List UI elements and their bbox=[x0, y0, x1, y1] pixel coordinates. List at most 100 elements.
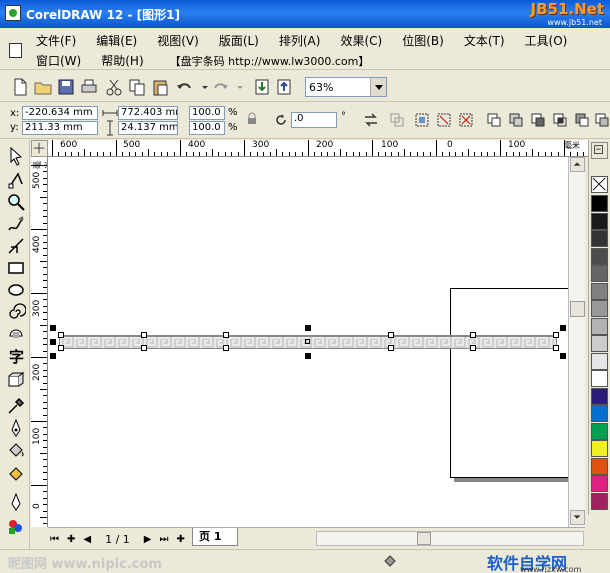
color-swatch[interactable] bbox=[591, 265, 608, 282]
horizontal-scroll-thumb[interactable] bbox=[417, 532, 431, 545]
node-handle[interactable] bbox=[470, 345, 476, 351]
selection-handle[interactable] bbox=[305, 353, 311, 359]
text-tool-icon[interactable]: 字 bbox=[6, 346, 26, 366]
ungroup-all-icon[interactable] bbox=[458, 112, 474, 128]
node-handle[interactable] bbox=[553, 345, 559, 351]
menu-help[interactable]: 帮助(H) bbox=[101, 51, 151, 69]
group-icon[interactable] bbox=[414, 112, 430, 128]
lock-ratio-icon[interactable] bbox=[244, 111, 260, 127]
selection-handle[interactable] bbox=[560, 325, 566, 331]
menu-window[interactable]: 窗口(W) bbox=[36, 51, 89, 69]
scroll-down-button[interactable] bbox=[570, 510, 585, 525]
scale-y-field[interactable]: 100.0 bbox=[189, 121, 225, 135]
intersect-icon[interactable] bbox=[389, 112, 405, 128]
y-position-field[interactable]: 211.33 mm bbox=[22, 121, 98, 135]
selection-handle[interactable] bbox=[305, 325, 311, 331]
height-field[interactable]: 24.137 mm bbox=[118, 121, 178, 135]
no-color-swatch[interactable] bbox=[591, 176, 608, 193]
open-icon[interactable] bbox=[33, 77, 53, 97]
mirror-icon[interactable] bbox=[363, 112, 379, 128]
color-swatch[interactable] bbox=[591, 335, 608, 352]
prev-page-icon[interactable]: ◀ bbox=[81, 534, 93, 545]
node-handle[interactable] bbox=[223, 332, 229, 338]
color-swatch[interactable] bbox=[591, 212, 608, 230]
ruler-corner[interactable] bbox=[31, 140, 48, 157]
palette-menu-icon[interactable] bbox=[591, 142, 608, 159]
color-swatch[interactable] bbox=[591, 352, 608, 370]
chevron-down-icon[interactable] bbox=[370, 78, 386, 96]
color-swatch[interactable] bbox=[591, 422, 608, 440]
save-icon[interactable] bbox=[56, 77, 76, 97]
center-handle[interactable] bbox=[305, 339, 310, 344]
color-swatch[interactable] bbox=[591, 230, 608, 247]
basic-shapes-tool-icon[interactable] bbox=[6, 324, 26, 344]
selection-handle[interactable] bbox=[50, 353, 56, 359]
last-page-icon[interactable]: ⏭ bbox=[158, 534, 171, 545]
interactive-tool-icon[interactable] bbox=[6, 370, 26, 390]
node-handle[interactable] bbox=[58, 332, 64, 338]
color-swatch[interactable] bbox=[591, 457, 608, 475]
node-handle[interactable] bbox=[58, 345, 64, 351]
drawing-canvas[interactable] bbox=[48, 157, 568, 527]
new-document-icon[interactable] bbox=[10, 77, 30, 97]
selection-handle[interactable] bbox=[50, 325, 56, 331]
menu-bitmaps[interactable]: 位图(B) bbox=[402, 31, 452, 49]
spiral-tool-icon[interactable] bbox=[6, 302, 27, 322]
title-bar[interactable]: CorelDRAW 12 - [图形1] JB51.Net www.jb51.n… bbox=[0, 0, 610, 28]
app-icon[interactable] bbox=[5, 5, 21, 21]
node-handle[interactable] bbox=[388, 345, 394, 351]
eyedropper-tool-icon[interactable] bbox=[6, 396, 26, 416]
scroll-up-button[interactable] bbox=[570, 157, 585, 172]
fill-tool-icon[interactable] bbox=[6, 440, 26, 460]
document-icon[interactable] bbox=[9, 43, 22, 58]
node-handle[interactable] bbox=[223, 345, 229, 351]
add-page-before-icon[interactable]: ✚ bbox=[65, 534, 77, 545]
import-icon[interactable] bbox=[252, 77, 272, 97]
page-tab-1[interactable]: 页 1 bbox=[192, 528, 238, 546]
color-fill-icon[interactable] bbox=[6, 516, 26, 536]
undo-dropdown-icon[interactable] bbox=[195, 77, 208, 97]
x-position-field[interactable]: -220.634 mm bbox=[22, 106, 98, 120]
node-handle[interactable] bbox=[388, 332, 394, 338]
ellipse-tool-icon[interactable] bbox=[6, 280, 26, 300]
add-page-after-icon[interactable]: ✚ bbox=[175, 534, 187, 545]
interactive-fill-tool-icon[interactable] bbox=[6, 462, 26, 482]
selection-handle[interactable] bbox=[560, 353, 566, 359]
color-swatch[interactable] bbox=[591, 247, 608, 265]
export-icon[interactable] bbox=[274, 77, 294, 97]
pen-outline-icon[interactable] bbox=[6, 492, 26, 512]
redo-dropdown-icon[interactable] bbox=[230, 77, 243, 97]
menu-file[interactable]: 文件(F) bbox=[36, 31, 84, 49]
undo-icon[interactable] bbox=[175, 77, 195, 97]
ungroup-icon[interactable] bbox=[436, 112, 452, 128]
print-icon[interactable] bbox=[79, 77, 99, 97]
node-handle[interactable] bbox=[553, 332, 559, 338]
cut-icon[interactable] bbox=[104, 77, 124, 97]
intersect-shape-icon[interactable] bbox=[552, 112, 568, 128]
color-swatch[interactable] bbox=[591, 300, 608, 317]
menu-tools[interactable]: 工具(O) bbox=[525, 31, 576, 49]
zoom-level-combo[interactable]: 63% bbox=[305, 77, 387, 97]
node-handle[interactable] bbox=[141, 332, 147, 338]
color-swatch[interactable] bbox=[591, 475, 608, 492]
rectangle-tool-icon[interactable] bbox=[6, 258, 26, 278]
menu-layout[interactable]: 版面(L) bbox=[219, 31, 267, 49]
horizontal-ruler[interactable]: 600 500 400 300 200 100 0 100 毫米 bbox=[48, 140, 588, 157]
trim-icon[interactable] bbox=[530, 112, 546, 128]
color-swatch[interactable] bbox=[591, 387, 608, 405]
selection-handle[interactable] bbox=[50, 339, 56, 345]
menu-effects[interactable]: 效果(C) bbox=[340, 31, 390, 49]
weld-icon[interactable] bbox=[508, 112, 524, 128]
fill-status-icon[interactable] bbox=[382, 553, 398, 569]
menu-arrange[interactable]: 排列(A) bbox=[279, 31, 329, 49]
smart-fill-tool-icon[interactable] bbox=[6, 236, 26, 256]
menu-text[interactable]: 文本(T) bbox=[464, 31, 513, 49]
color-swatch[interactable] bbox=[591, 405, 608, 422]
first-page-icon[interactable]: ⏮ bbox=[48, 534, 61, 545]
menu-edit[interactable]: 编辑(E) bbox=[96, 31, 145, 49]
zoom-tool-icon[interactable] bbox=[6, 192, 26, 212]
front-minus-back-icon[interactable] bbox=[594, 112, 610, 128]
horizontal-scrollbar[interactable] bbox=[316, 531, 584, 546]
combine-icon[interactable] bbox=[486, 112, 502, 128]
menu-view[interactable]: 视图(V) bbox=[157, 31, 207, 49]
